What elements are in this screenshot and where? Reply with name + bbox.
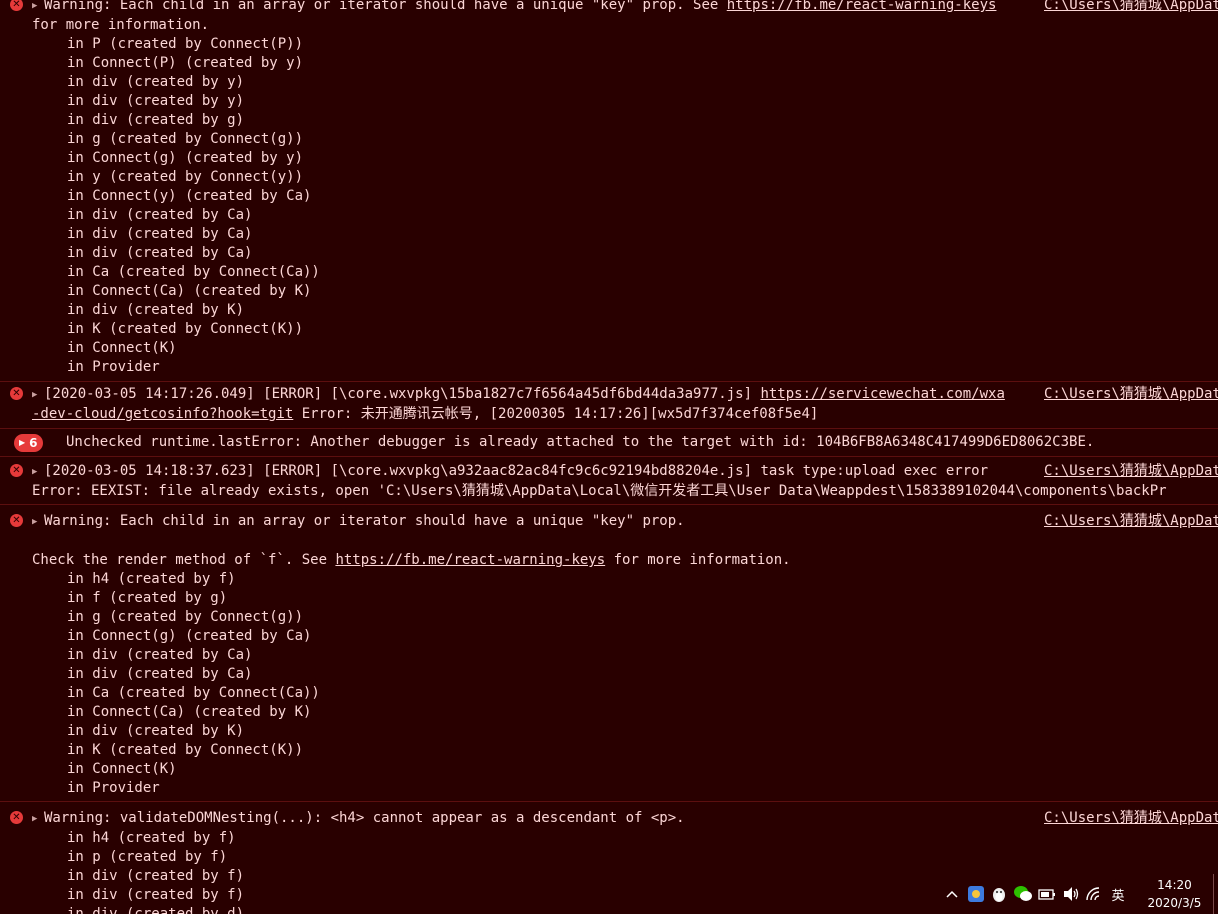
stack-frame: in div (created by f) [67, 868, 245, 884]
stack-frame: in Connect(K) [67, 340, 177, 356]
expand-triangle-icon[interactable]: ▶ [32, 386, 44, 405]
message-text: Unchecked runtime.lastError: Another deb… [66, 434, 1095, 450]
clock-time: 14:20 [1157, 878, 1192, 892]
expand-triangle-icon[interactable]: ▶ [32, 463, 44, 482]
stack-frame: in P (created by Connect(P)) [67, 36, 304, 52]
stack-frame: in div (created by Ca) [67, 666, 253, 682]
stack-frame: in p (created by f) [67, 849, 228, 865]
source-link[interactable]: C:\Users\猜猜城\AppData [1044, 462, 1218, 481]
volume-icon[interactable] [1059, 882, 1083, 906]
repeat-count-badge[interactable]: ▶ 6 [14, 434, 43, 452]
source-link[interactable]: C:\Users\猜猜城\AppData [1044, 0, 1218, 15]
stack-frame: in div (created by f) [67, 887, 245, 903]
app-tray-icon[interactable] [964, 882, 988, 906]
source-link[interactable]: C:\Users\猜猜城\AppData [1044, 512, 1218, 531]
stack-frame: in Ca (created by Connect(Ca)) [67, 264, 320, 280]
clock-date: 2020/3/5 [1147, 896, 1202, 910]
message-text: Check the render method of `f`. See [32, 552, 336, 568]
stack-frame: in div (created by y) [67, 74, 245, 90]
source-link[interactable]: C:\Users\猜猜城\AppData [1044, 809, 1218, 828]
stack-frame: in div (created by Ca) [67, 226, 253, 242]
stack-frame: in K (created by Connect(K)) [67, 321, 304, 337]
stack-frame: in h4 (created by f) [67, 830, 236, 846]
stack-frame: in Connect(K) [67, 761, 177, 777]
message-text: Warning: Each child in an array or itera… [44, 0, 727, 13]
message-text: [2020-03-05 14:18:37.623] [ERROR] [\core… [44, 463, 989, 479]
wechat-icon[interactable] [1011, 882, 1035, 906]
servicewechat-link-cont[interactable]: -dev-cloud/getcosinfo?hook=tgit [32, 406, 293, 422]
stack-frame: in Connect(P) (created by y) [67, 55, 304, 71]
stack-frame: in div (created by K) [67, 302, 245, 318]
servicewechat-link[interactable]: https://servicewechat.com/wxa [760, 386, 1004, 402]
error-icon: ✕ [10, 464, 23, 477]
stack-frame: in Connect(Ca) (created by K) [67, 283, 312, 299]
wifi-icon[interactable] [1082, 882, 1106, 906]
console-message-grouped[interactable]: ▶ 6 Unchecked runtime.lastError: Another … [0, 429, 1218, 457]
stack-frame: in div (created by Ca) [67, 245, 253, 261]
console-message[interactable]: ✕ ▶ Warning: Each child in an array or it… [0, 0, 1218, 382]
source-link[interactable]: C:\Users\猜猜城\AppData [1044, 385, 1218, 404]
react-warning-keys-link[interactable]: https://fb.me/react-warning-keys [335, 552, 605, 568]
message-text: Error: EEXIST: file already exists, open… [32, 483, 1167, 499]
expand-triangle-icon[interactable]: ▶ [32, 513, 44, 532]
message-text: Warning: Each child in an array or itera… [44, 513, 685, 529]
stack-frame: in Ca (created by Connect(Ca)) [67, 685, 320, 701]
stack-frame: in div (created by Ca) [67, 207, 253, 223]
error-icon: ✕ [10, 0, 23, 11]
stack-frame: in div (created by K) [67, 723, 245, 739]
chevron-up-icon[interactable] [940, 882, 964, 906]
stack-frame: in h4 (created by f) [67, 571, 236, 587]
expand-triangle-icon[interactable]: ▶ [32, 0, 44, 16]
expand-triangle-icon[interactable]: ▶ [32, 810, 44, 829]
stack-frame: in g (created by Connect(g)) [67, 609, 304, 625]
system-tray: 英 14:20 2020/3/5 [940, 874, 1218, 914]
console-panel: ✕ ▶ Warning: Each child in an array or it… [0, 0, 1218, 914]
stack-frame: in div (created by d) [67, 906, 245, 914]
stack-frame: in Connect(g) (created by y) [67, 150, 304, 166]
console-message[interactable]: ✕ ▶ [2020-03-05 14:18:37.623] [ERROR] [\c… [0, 457, 1218, 505]
stack-frame: in div (created by Ca) [67, 647, 253, 663]
console-message[interactable]: ✕ ▶ Warning: Each child in an array or it… [0, 505, 1218, 802]
clock[interactable]: 14:20 2020/3/5 [1140, 876, 1209, 912]
message-text: for more information. [32, 17, 210, 33]
stack-frame: in div (created by g) [67, 112, 245, 128]
stack-frame: in Connect(g) (created by Ca) [67, 628, 312, 644]
console-message[interactable]: ✕ ▶ [2020-03-05 14:17:26.049] [ERROR] [\c… [0, 382, 1218, 429]
battery-icon[interactable] [1035, 882, 1059, 906]
stack-frame: in Provider [67, 359, 160, 375]
penguin-tray-icon[interactable] [987, 882, 1011, 906]
stack-frame: in g (created by Connect(g)) [67, 131, 304, 147]
show-desktop-button[interactable] [1213, 874, 1218, 914]
stack-frame: in div (created by y) [67, 93, 245, 109]
expand-triangle-icon: ▶ [19, 438, 26, 447]
error-icon: ✕ [10, 811, 23, 824]
error-icon: ✕ [10, 387, 23, 400]
message-text: [2020-03-05 14:17:26.049] [ERROR] [\core… [44, 386, 761, 402]
message-text: Error: 未开通腾讯云帐号, [20200305 14:17:26][wx5… [293, 406, 819, 422]
error-icon: ✕ [10, 514, 23, 527]
stack-frame: in f (created by g) [67, 590, 228, 606]
message-text: Warning: validateDOMNesting(...): <h4> c… [44, 810, 685, 826]
stack-frame: in Connect(y) (created by Ca) [67, 188, 312, 204]
message-text: for more information. [605, 552, 791, 568]
ime-indicator[interactable]: 英 [1106, 882, 1130, 906]
react-warning-keys-link[interactable]: https://fb.me/react-warning-keys [727, 0, 997, 13]
stack-frame: in Connect(Ca) (created by K) [67, 704, 312, 720]
stack-frame: in Provider [67, 780, 160, 796]
stack-frame: in y (created by Connect(y)) [67, 169, 304, 185]
stack-frame: in K (created by Connect(K)) [67, 742, 304, 758]
